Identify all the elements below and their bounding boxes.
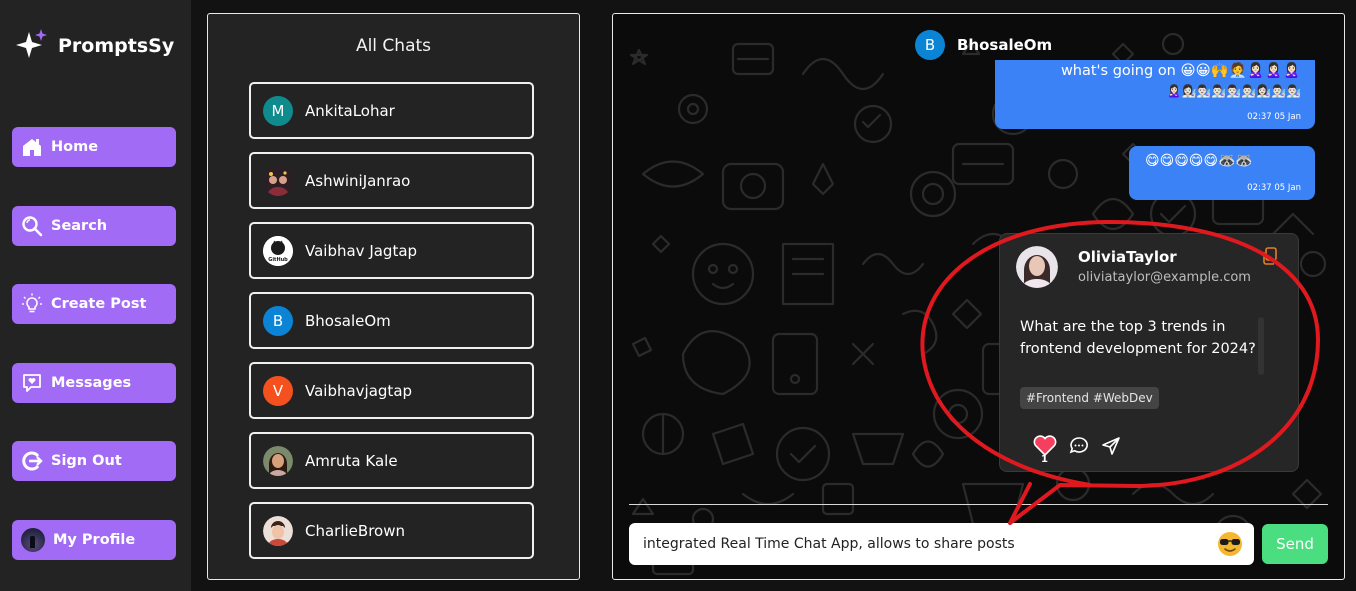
nav-sign-out-button[interactable]: Sign Out (12, 441, 176, 481)
emoji-picker-icon[interactable] (1217, 531, 1243, 557)
send-button[interactable]: Send (1262, 524, 1328, 564)
nav-messages-label: Messages (51, 375, 132, 391)
contact-avatar: B (915, 30, 945, 60)
nav-sign-out-label: Sign Out (51, 453, 122, 469)
message-bubble[interactable]: what's going on 😀😀🙌🧑‍💼🙎🏻‍♀️🙎🏻‍♀️🙎🏻‍♀️ 🙎🏻… (995, 60, 1315, 129)
avatar (263, 165, 293, 196)
nav-search-button[interactable]: Search (12, 206, 176, 246)
chat-item-name: AnkitaLohar (305, 101, 395, 120)
app-name: PromptsSy (58, 35, 175, 57)
nav-search-label: Search (51, 218, 108, 234)
sidebar: PromptsSy Home Search Create Post Messag… (0, 0, 191, 591)
chat-item-name: Amruta Kale (305, 451, 398, 470)
post-text: What are the top 3 trends in frontend de… (1020, 319, 1256, 357)
chat-item-name: Vaibhav Jagtap (305, 241, 418, 260)
avatar (263, 445, 293, 476)
post-author-avatar (1016, 246, 1058, 288)
message-text: 😋😋😋😋😋🦝🦝 (1145, 153, 1253, 169)
chat-item-name: Vaibhavjagtap (305, 381, 413, 400)
share-icon[interactable] (1101, 436, 1121, 460)
nav-my-profile-button[interactable]: My Profile (12, 520, 176, 560)
avatar (263, 515, 293, 546)
app-logo[interactable]: PromptsSy (14, 28, 174, 64)
post-scrollbar[interactable] (1258, 317, 1264, 375)
message-timestamp: 02:37 05 Jan (1247, 112, 1301, 122)
message-heart-icon (21, 372, 43, 394)
like-count: 1 (1041, 454, 1048, 465)
chat-item-amruta-kale[interactable]: Amruta Kale (249, 432, 534, 489)
message-timestamp: 02:37 05 Jan (1247, 183, 1301, 193)
contact-name: BhosaleOm (957, 36, 1053, 54)
post-author-email: oliviataylor@example.com (1078, 270, 1251, 285)
avatar: M (263, 95, 293, 126)
chats-panel: All Chats M AnkitaLohar AshwiniJanrao Gi… (207, 13, 580, 580)
nav-home-label: Home (51, 139, 99, 155)
chats-title: All Chats (355, 36, 432, 56)
message-text-line2: 🙎🏻‍♀️👩🏻‍🔬👨🏻‍🔬👨🏻‍🔬👨🏻‍🔬👨🏻‍🔬👩🏻‍🔬👨🏻‍🔬👨🏻‍🔬 (1166, 84, 1301, 98)
post-author-name: OliviaTaylor (1078, 248, 1177, 266)
chat-item-ankitalohar[interactable]: M AnkitaLohar (249, 82, 534, 139)
chat-item-vaibhav-jagtap[interactable]: GitHub Vaibhav Jagtap (249, 222, 534, 279)
svg-text:GitHub: GitHub (268, 257, 288, 263)
github-icon: GitHub (263, 235, 293, 266)
message-text: what's going on 😀😀🙌🧑‍💼🙎🏻‍♀️🙎🏻‍♀️🙎🏻‍♀️ (1060, 63, 1301, 79)
message-input[interactable] (629, 523, 1254, 565)
conversation-panel: B BhosaleOm what's going on 😀😀🙌🧑‍💼🙎🏻‍♀️🙎… (612, 13, 1345, 580)
avatar: B (263, 305, 293, 336)
chat-item-vaibhavjagtap[interactable]: V Vaibhavjagtap (249, 362, 534, 419)
chat-item-ashwinijanrao[interactable]: AshwiniJanrao (249, 152, 534, 209)
chat-item-charliebrown[interactable]: CharlieBrown (249, 502, 534, 559)
sparkle-logo-icon (16, 29, 47, 58)
chat-item-name: CharlieBrown (305, 521, 405, 540)
search-icon (21, 215, 43, 237)
message-bubble[interactable]: 😋😋😋😋😋🦝🦝 02:37 05 Jan (1129, 146, 1315, 200)
sign-out-icon (21, 450, 43, 472)
profile-avatar (21, 528, 45, 552)
chat-item-name: BhosaleOm (305, 311, 391, 330)
chat-item-bhosaleom[interactable]: B BhosaleOm (249, 292, 534, 349)
nav-create-post-button[interactable]: Create Post (12, 284, 176, 324)
shared-post-card[interactable]: OliviaTaylor oliviataylor@example.com Wh… (999, 233, 1299, 472)
nav-home-button[interactable]: Home (12, 127, 176, 167)
avatar: V (263, 375, 293, 406)
nav-my-profile-label: My Profile (53, 532, 136, 548)
home-icon (21, 136, 43, 158)
nav-create-post-label: Create Post (51, 296, 147, 312)
comment-icon[interactable] (1069, 436, 1089, 460)
chat-item-name: AshwiniJanrao (305, 171, 411, 190)
conversation-header[interactable]: B BhosaleOm (915, 30, 1052, 60)
nav-messages-button[interactable]: Messages (12, 363, 176, 403)
github-avatar: GitHub (263, 235, 293, 266)
lightbulb-icon (21, 293, 43, 315)
copy-icon[interactable] (1262, 247, 1278, 269)
divider (629, 504, 1328, 505)
post-tags[interactable]: #Frontend #WebDev (1020, 387, 1159, 409)
